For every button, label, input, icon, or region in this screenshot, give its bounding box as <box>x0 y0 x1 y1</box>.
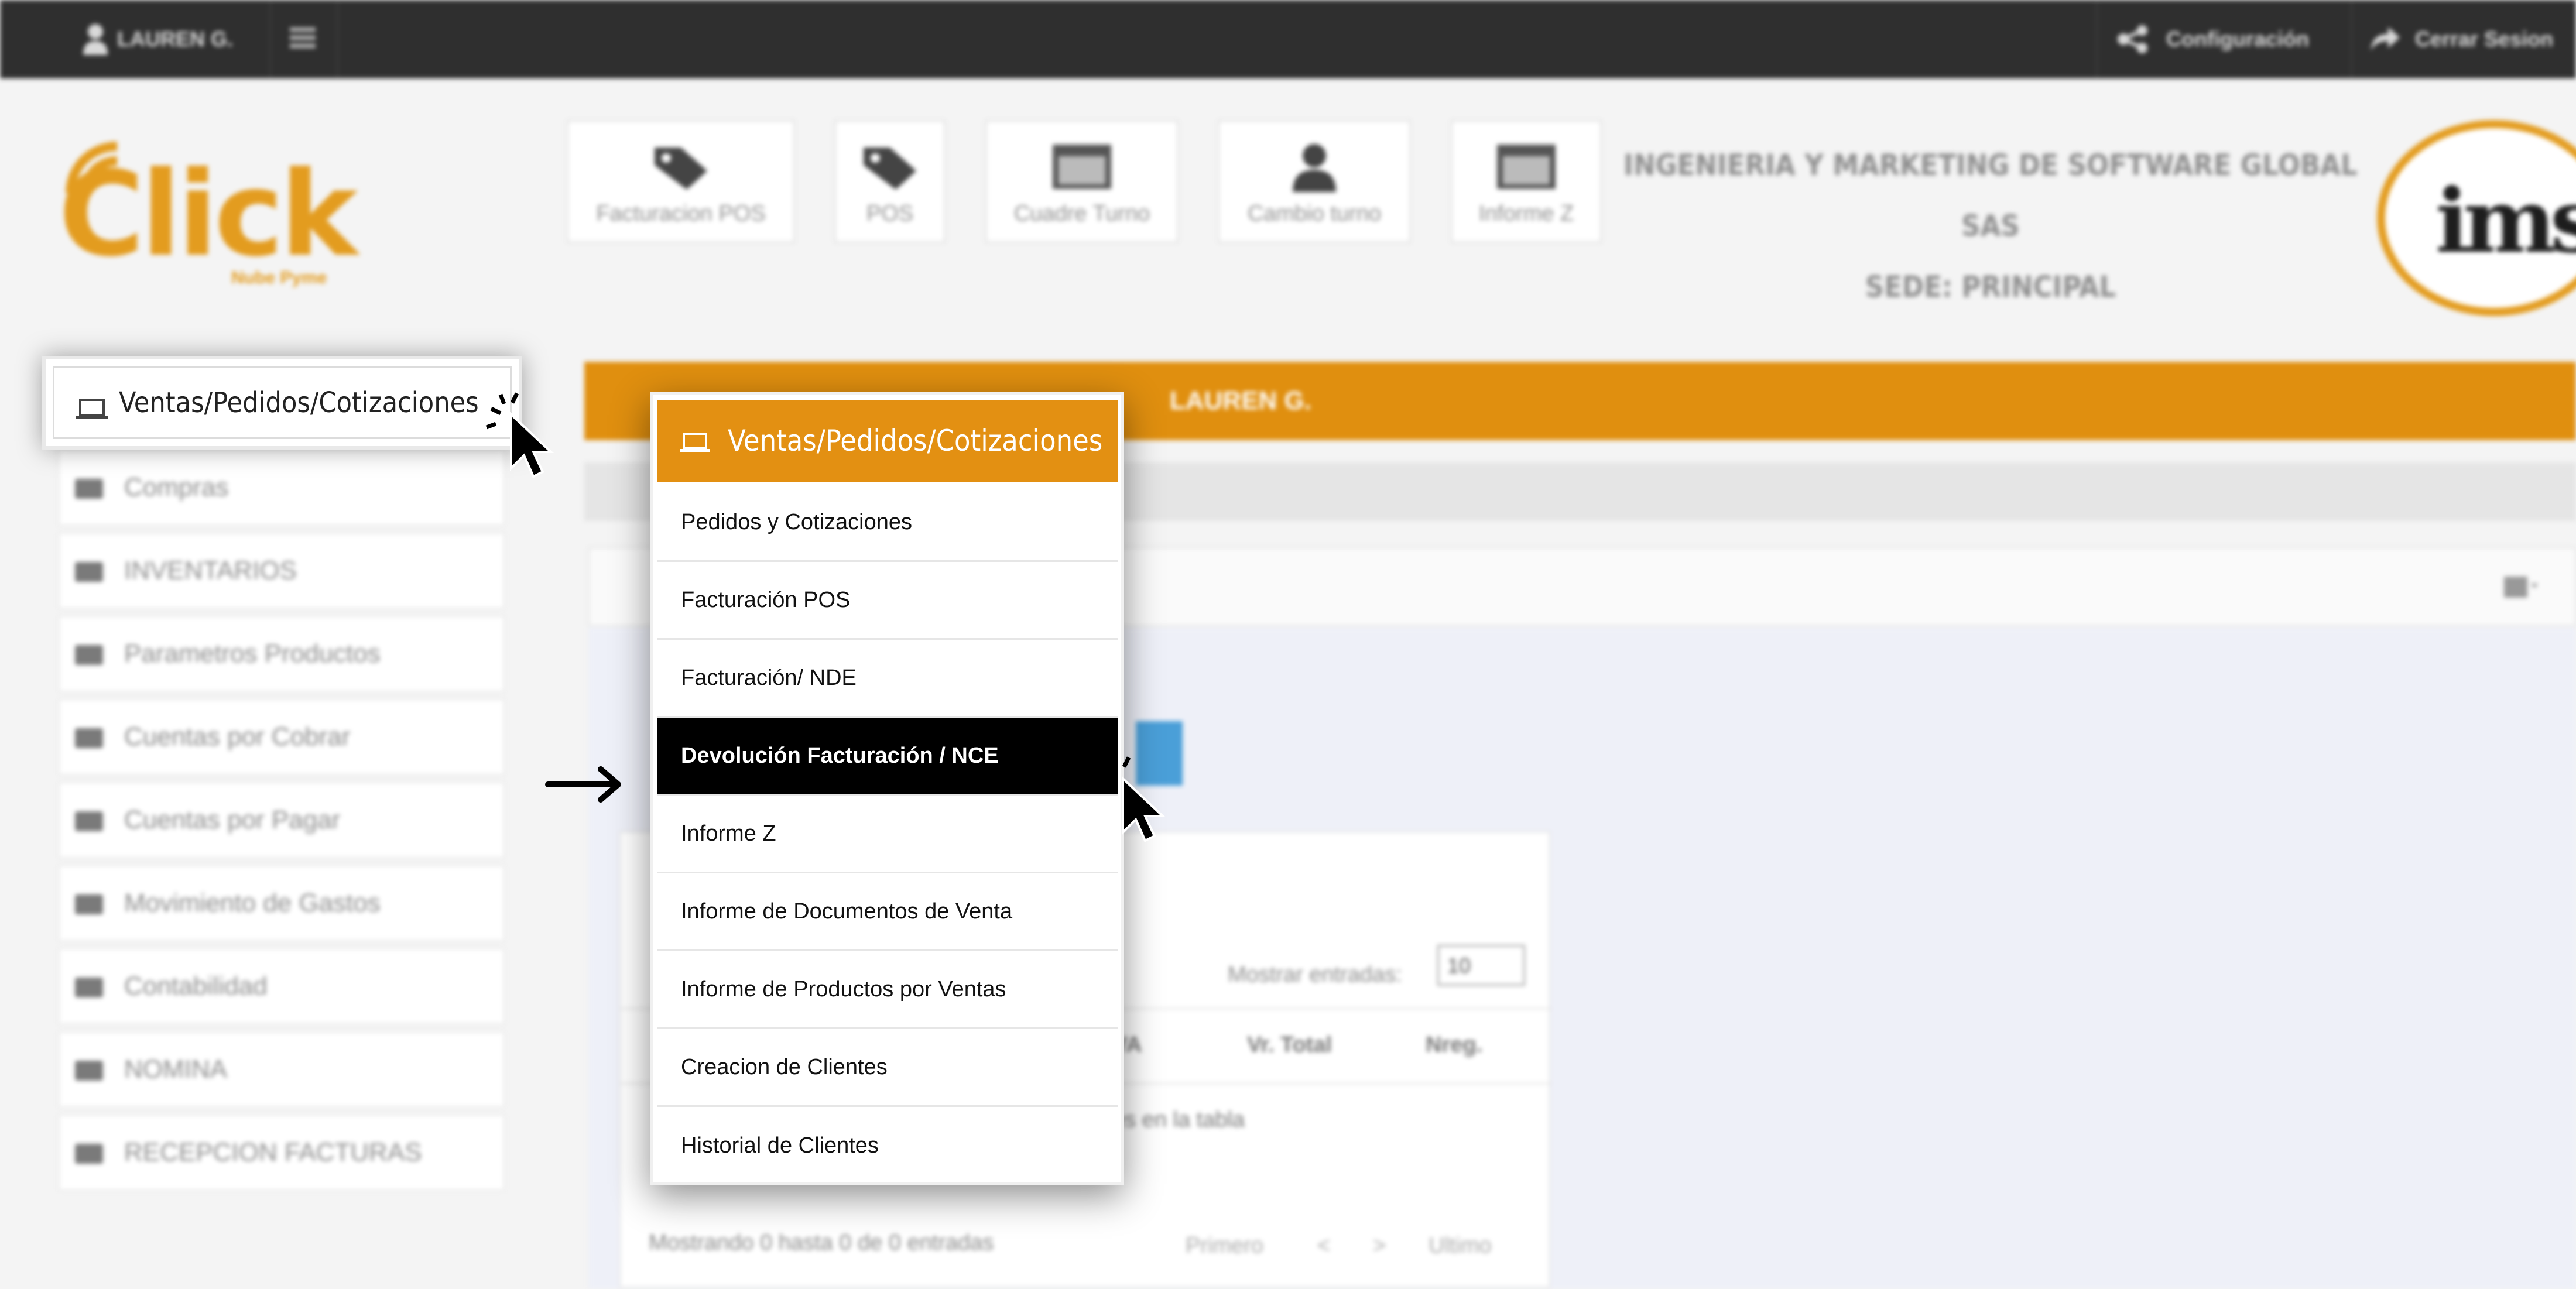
config-menu[interactable]: Configuración <box>2166 27 2309 52</box>
sidebar-item-label: Parametros Productos <box>124 639 381 668</box>
sidebar-item-cuentas-pagar[interactable]: Cuentas por Pagar <box>59 782 505 858</box>
share-icon <box>2118 25 2147 53</box>
sidebar-item-label: Contabilidad <box>124 972 268 1000</box>
menu-item-facturacion-nde[interactable]: Facturación/ NDE <box>657 640 1118 718</box>
pagination-next[interactable]: > <box>1373 1233 1386 1259</box>
tag-icon <box>864 148 916 190</box>
sidebar-item-label: INVENTARIOS <box>124 556 297 585</box>
briefcase-icon <box>75 645 103 665</box>
pagination-first[interactable]: Primero <box>1186 1233 1263 1259</box>
logout-button[interactable]: Cerrar Sesion <box>2415 27 2553 52</box>
header-user-label: LAUREN G. <box>1170 386 1311 415</box>
columns-icon <box>75 894 103 914</box>
grid-menu-icon[interactable] <box>2504 574 2539 600</box>
columns-icon <box>75 1144 103 1164</box>
sidebar-item-label: Cuentas por Cobrar <box>124 722 351 751</box>
username-label[interactable]: LAUREN G. <box>117 27 233 52</box>
tag-icon <box>655 148 707 190</box>
brand-logo: Click <box>59 146 358 283</box>
inbox-icon <box>75 562 103 582</box>
menu-item-informe-productos-ventas[interactable]: Informe de Productos por Ventas <box>657 951 1118 1029</box>
calendar-icon <box>1053 145 1111 189</box>
shortcut-informe-z[interactable]: Informe Z <box>1451 120 1602 243</box>
shortcut-cuadre-turno[interactable]: Cuadre Turno <box>985 120 1179 243</box>
click-cursor-icon <box>485 392 554 478</box>
dropdown-title: Ventas/Pedidos/Cotizaciones <box>728 424 1103 458</box>
dropdown-header: Ventas/Pedidos/Cotizaciones <box>657 400 1118 482</box>
company-info: INGENIERIA Y MARKETING DE SOFTWARE GLOBA… <box>1610 135 2371 317</box>
sidebar-item-cuentas-cobrar[interactable]: Cuentas por Cobrar <box>59 699 505 775</box>
briefcase-icon <box>75 811 103 831</box>
sidebar-item-label: Ventas/Pedidos/Cotizaciones <box>119 386 479 419</box>
sidebar-item-label: NOMINA <box>124 1055 227 1084</box>
menu-item-pedidos-cotizaciones[interactable]: Pedidos y Cotizaciones <box>657 484 1118 562</box>
sidebar-item-nomina[interactable]: NOMINA <box>59 1031 505 1108</box>
shortcut-facturacion-pos[interactable]: Facturacion POS <box>567 120 795 243</box>
divider <box>2351 0 2352 78</box>
cart-icon <box>75 479 103 499</box>
sidebar-item-recepcion[interactable]: RECEPCION FACTURAS <box>59 1115 505 1191</box>
sidebar-item-label: Compras <box>124 473 229 502</box>
shortcut-label: Cuadre Turno <box>1013 201 1150 226</box>
column-header-total[interactable]: Vr. Total <box>1247 1033 1332 1058</box>
brand-tagline: Nube Pyme <box>231 268 327 287</box>
menu-item-informe-z[interactable]: Informe Z <box>657 796 1118 873</box>
user-icon <box>83 24 108 55</box>
divider <box>2096 0 2098 78</box>
logout-icon <box>2371 27 2400 50</box>
pagination-last[interactable]: Ultimo <box>1429 1233 1492 1259</box>
shortcut-label: Informe Z <box>1478 201 1574 226</box>
top-bar: LAUREN G. Configuración Cerrar Sesion <box>0 0 2576 78</box>
shortcut-label: Cambio turno <box>1247 201 1382 226</box>
sidebar-item-label: RECEPCION FACTURAS <box>124 1138 422 1167</box>
laptop-icon <box>680 433 710 452</box>
briefcase-icon <box>75 728 103 748</box>
pagination-prev[interactable]: < <box>1317 1233 1330 1259</box>
column-header-nreg[interactable]: Nreg. <box>1426 1033 1482 1058</box>
shortcut-label: Facturacion POS <box>596 201 766 226</box>
company-name: INGENIERIA Y MARKETING DE SOFTWARE GLOBA… <box>1623 148 2358 243</box>
shortcut-label: POS <box>866 201 914 226</box>
entries-select[interactable]: 10 <box>1437 945 1525 986</box>
sidebar-item-contabilidad[interactable]: Contabilidad <box>59 948 505 1024</box>
shortcut-pos[interactable]: POS <box>834 120 946 243</box>
sidebar-item-inventarios[interactable]: INVENTARIOS <box>59 533 505 609</box>
menu-toggle-icon[interactable] <box>290 26 316 50</box>
menu-item-historial-clientes[interactable]: Historial de Clientes <box>657 1107 1118 1185</box>
menu-item-devolucion-nce[interactable]: Devolución Facturación / NCE <box>657 718 1118 796</box>
sidebar-item-compras[interactable]: Compras <box>59 450 505 526</box>
dropdown-list: Pedidos y Cotizaciones Facturación POS F… <box>657 484 1118 1185</box>
arrow-right-icon <box>545 766 621 803</box>
image-icon <box>75 978 103 997</box>
laptop-icon <box>76 399 108 419</box>
entries-select-value: 10 <box>1447 954 1471 978</box>
company-logo-text: ims <box>2435 170 2576 273</box>
show-entries-label: Mostrar entradas: <box>1228 962 1402 987</box>
empty-table-message: es en la tabla <box>1112 1108 1245 1132</box>
ventas-dropdown-menu: Ventas/Pedidos/Cotizaciones Pedidos y Co… <box>650 392 1124 1185</box>
sidebar-item-label: Cuentas por Pagar <box>124 805 341 834</box>
shortcut-cambio-turno[interactable]: Cambio turno <box>1218 120 1411 243</box>
user-icon <box>1293 144 1336 192</box>
columns-icon <box>75 1061 103 1081</box>
table-footer-info: Mostrando 0 hasta 0 de 0 entradas <box>649 1230 994 1255</box>
background-page: LAUREN G. Configuración Cerrar Sesion Cl… <box>0 0 2576 1289</box>
menu-item-creacion-clientes[interactable]: Creacion de Clientes <box>657 1029 1118 1107</box>
menu-item-informe-documentos-venta[interactable]: Informe de Documentos de Venta <box>657 873 1118 951</box>
sidebar-item-ventas[interactable]: Ventas/Pedidos/Cotizaciones <box>42 356 522 450</box>
divider <box>337 0 338 78</box>
company-branch: SEDE: PRINCIPAL <box>1865 270 2116 304</box>
divider <box>269 0 271 78</box>
sidebar-item-label: Movimiento de Gastos <box>124 889 381 917</box>
sidebar-item-gastos[interactable]: Movimiento de Gastos <box>59 865 505 941</box>
click-cursor-icon <box>1097 756 1166 842</box>
calendar-icon <box>1497 145 1556 189</box>
menu-item-facturacion-pos[interactable]: Facturación POS <box>657 562 1118 640</box>
sidebar-item-parametros[interactable]: Parametros Productos <box>59 616 505 692</box>
